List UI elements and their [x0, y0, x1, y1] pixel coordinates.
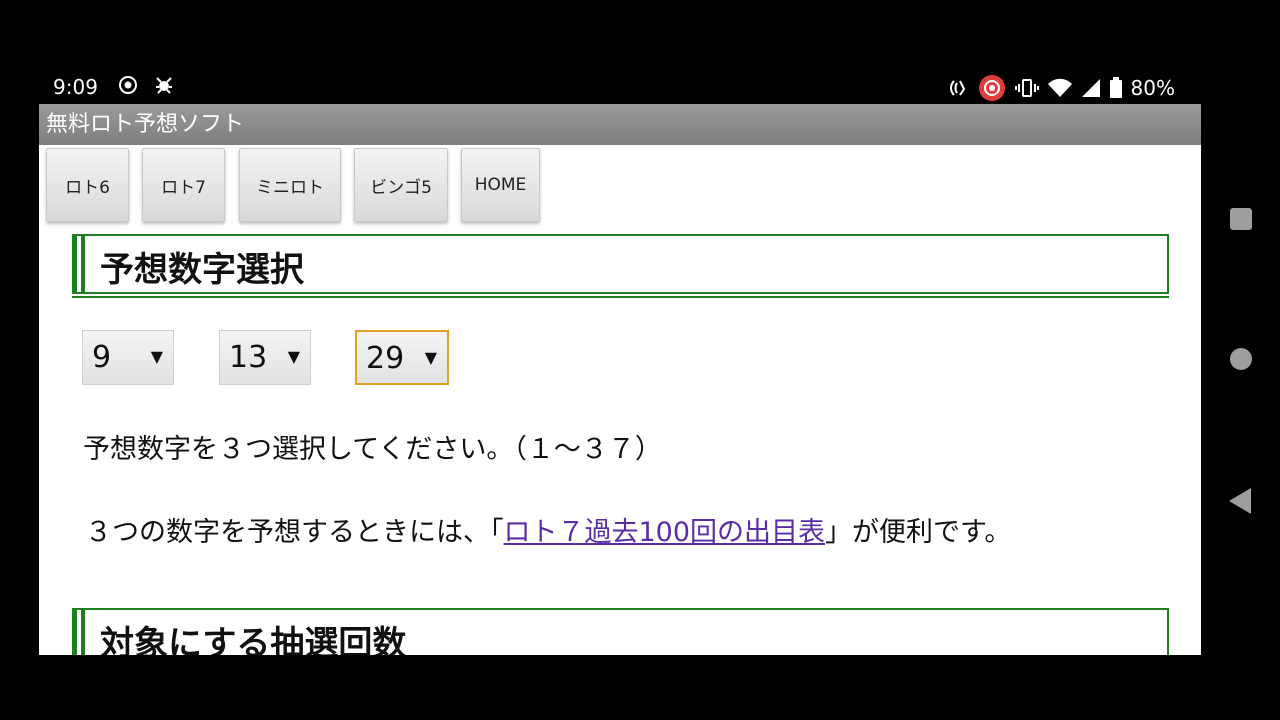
heading-accent-bar — [72, 608, 77, 655]
section-heading-draw-count: 対象にする抽選回数 — [72, 608, 1169, 655]
vibrate-icon — [1014, 79, 1039, 97]
dropdown-arrow-icon: ▼ — [424, 348, 437, 367]
home-button-icon[interactable] — [1229, 347, 1253, 371]
status-time: 9:09 — [53, 75, 98, 99]
section-heading-label: 対象にする抽選回数 — [100, 624, 407, 655]
number-select-3[interactable]: 29 ▼ — [355, 330, 449, 385]
nav-button-loto7[interactable]: ロト7 — [142, 148, 225, 222]
status-bar: 9:09 80% — [40, 66, 1201, 104]
wifi-icon — [1047, 78, 1072, 97]
signal-icon — [1081, 79, 1100, 97]
hint-text-after: 」が便利です。 — [825, 517, 1012, 548]
select-value: 13 — [229, 340, 268, 375]
nfc-icon — [949, 80, 965, 96]
nav-button-loto6[interactable]: ロト6 — [46, 148, 129, 222]
section-heading-label: 予想数字選択 — [100, 250, 304, 290]
instruction-text: 予想数字を３つ選択してください。（１～３７） — [83, 434, 662, 465]
app-window: 無料ロト予想ソフト ロト6 ロト7 ミニロト ビンゴ5 HOME 予想数字選択 … — [39, 104, 1201, 655]
dropdown-arrow-icon: ▼ — [287, 347, 300, 366]
back-button-icon[interactable] — [1228, 487, 1252, 515]
bug-icon — [156, 77, 172, 94]
heading-accent-bar — [81, 234, 85, 294]
hint-text: ３つの数字を予想するときには、「ロト７過去100回の出目表」が便利です。 — [85, 510, 1011, 549]
heading-accent-bar — [81, 608, 85, 655]
cast-record-icon — [978, 75, 1005, 101]
past-results-link[interactable]: ロト７過去100回の出目表 — [504, 517, 826, 548]
recents-button-icon[interactable] — [1229, 207, 1253, 231]
battery-icon — [1109, 77, 1122, 98]
number-select-2[interactable]: 13 ▼ — [219, 330, 311, 385]
heading-accent-bar — [72, 234, 77, 294]
select-value: 29 — [366, 341, 405, 376]
heading-underline — [72, 296, 1169, 298]
nav-button-bingo5[interactable]: ビンゴ5 — [354, 148, 448, 222]
phone-screen: 9:09 80% 無料ロト予想ソフト ロト6 ロト7 ミニロト ビンゴ5 HOM… — [0, 0, 1280, 720]
status-right-icons: 80% — [947, 73, 1175, 103]
hint-text-before: ３つの数字を予想するときには、「 — [85, 517, 504, 548]
app-title-bar: 無料ロト予想ソフト — [39, 104, 1201, 145]
battery-percent: 80% — [1130, 76, 1175, 100]
nav-button-home[interactable]: HOME — [461, 148, 540, 222]
section-heading-number-selection: 予想数字選択 — [72, 234, 1169, 298]
select-value: 9 — [92, 340, 112, 375]
number-select-1[interactable]: 9 ▼ — [82, 330, 174, 385]
dropdown-arrow-icon: ▼ — [150, 347, 163, 366]
nav-button-miniloto[interactable]: ミニロト — [239, 148, 341, 222]
screen-record-icon — [119, 76, 137, 94]
